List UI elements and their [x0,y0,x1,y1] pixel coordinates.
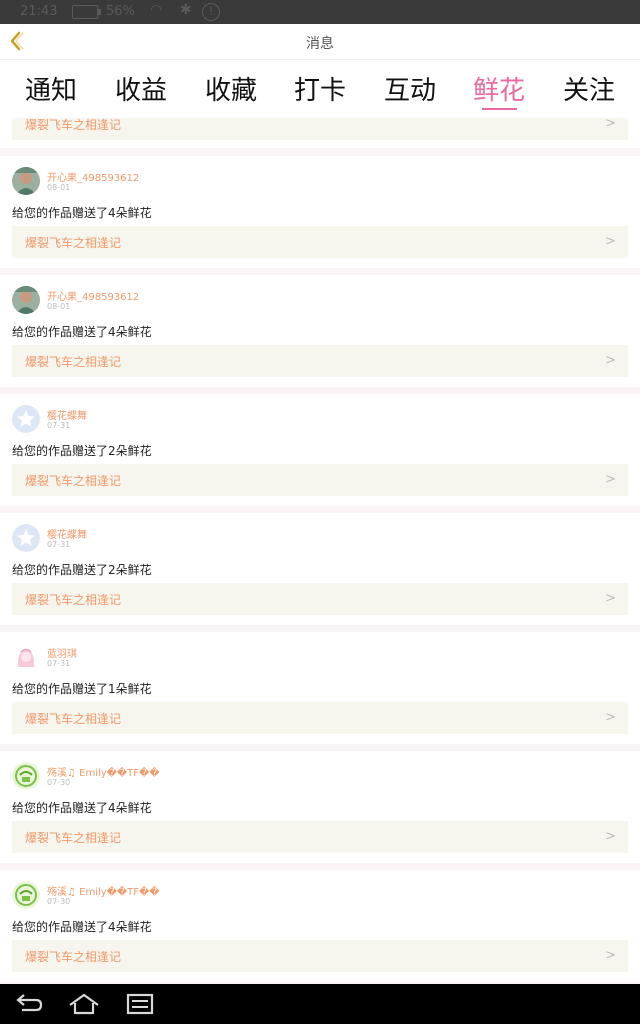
message-date: 07-31 [47,540,71,549]
list-item: 开心果_498593612 08-01 给您的作品赠送了4朵鲜花 爆裂飞车之相逢… [0,156,640,268]
info-icon: ! [202,3,220,21]
system-nav-bar [0,984,640,1024]
message-date: 07-31 [47,421,71,430]
work-link[interactable]: 爆裂飞车之相逢记 > [12,821,628,853]
avatar[interactable] [12,524,40,552]
work-link-title: 爆裂飞车之相逢记 [25,831,122,845]
work-link[interactable]: 爆裂飞车之相逢记 > [12,702,628,734]
nav-back-button[interactable] [12,992,46,1016]
avatar[interactable] [12,167,40,195]
work-link[interactable]: 爆裂飞车之相逢记 > [12,464,628,496]
message-text: 给您的作品赠送了4朵鲜花 [12,206,152,220]
list-item: 樱花蝶舞 07-31 给您的作品赠送了2朵鲜花 爆裂飞车之相逢记 > [0,513,640,625]
message-text: 给您的作品赠送了4朵鲜花 [12,801,152,815]
work-link[interactable]: 爆裂飞车之相逢记 > [12,345,628,377]
tab-favorites[interactable]: 收藏 [191,70,271,107]
tab-notifications[interactable]: 通知 [11,70,91,107]
user-name[interactable]: 开心果_498593612 [47,169,139,184]
avatar[interactable] [12,286,40,314]
work-link[interactable]: 爆裂飞车之相逢记 > [12,226,628,258]
nav-recents-button[interactable] [124,992,158,1016]
page-title: 消息 [306,36,334,52]
avatar[interactable] [12,881,40,909]
avatar[interactable] [12,762,40,790]
status-time: 21:43 [20,4,58,19]
battery-percent: 56% [106,4,135,19]
tab-earnings[interactable]: 收益 [101,70,181,107]
work-link-title: 爆裂飞车之相逢记 [25,118,122,132]
message-text: 给您的作品赠送了1朵鲜花 [12,682,152,696]
green-cartoon-avatar-icon [12,762,40,790]
default-star-avatar-icon [12,405,40,433]
message-list[interactable]: 爆裂飞车之相逢记 > 开心果_498593612 08-01 给您的作品赠送了4… [0,118,640,984]
chevron-right-icon: > [605,118,616,131]
list-item: 爆裂飞车之相逢记 > [0,118,640,148]
header: 消息 [0,24,640,60]
list-item: 殇溪♫ Emily��TF�� 07-30 给您的作品赠送了4朵鲜花 爆裂飞车之… [0,751,640,863]
message-date: 08-01 [47,183,71,192]
work-link[interactable]: 爆裂飞车之相逢记 > [12,118,628,140]
chevron-right-icon: > [605,591,616,606]
list-item: 开心果_498593612 08-01 给您的作品赠送了4朵鲜花 爆裂飞车之相逢… [0,275,640,387]
user-name[interactable]: 樱花蝶舞 [47,526,87,541]
recent-apps-icon [126,993,154,1015]
avatar[interactable] [12,405,40,433]
chevron-right-icon: > [605,829,616,844]
work-link-title: 爆裂飞车之相逢记 [25,950,122,964]
work-link-title: 爆裂飞车之相逢记 [25,236,122,250]
chevron-right-icon: > [605,472,616,487]
chevron-right-icon: > [605,234,616,249]
wifi-icon: ◠ [150,2,163,18]
chevron-right-icon: > [605,948,616,963]
list-item: 樱花蝶舞 07-31 给您的作品赠送了2朵鲜花 爆裂飞车之相逢记 > [0,394,640,506]
bluetooth-icon: ✱ [180,2,192,18]
message-text: 给您的作品赠送了4朵鲜花 [12,325,152,339]
user-name[interactable]: 樱花蝶舞 [47,407,87,422]
message-text: 给您的作品赠送了2朵鲜花 [12,444,152,458]
work-link-title: 爆裂飞车之相逢记 [25,355,122,369]
back-arrow-icon [16,994,43,1012]
tab-bar: 通知 收益 收藏 打卡 互动 鲜花 关注 [0,60,640,118]
user-name[interactable]: 开心果_498593612 [47,288,139,303]
chevron-right-icon: > [605,710,616,725]
home-icon [69,993,99,1015]
work-link-title: 爆裂飞车之相逢记 [25,712,122,726]
message-date: 08-01 [47,302,71,311]
user-name[interactable]: 殇溪♫ Emily��TF�� [47,883,160,898]
tab-flowers[interactable]: 鲜花 [459,70,539,107]
tab-interactions[interactable]: 互动 [370,70,450,107]
message-date: 07-30 [47,778,71,787]
message-date: 07-30 [47,897,71,906]
chevron-right-icon: > [605,353,616,368]
default-star-avatar-icon [12,524,40,552]
user-name[interactable]: 殇溪♫ Emily��TF�� [47,764,160,779]
work-link-title: 爆裂飞车之相逢记 [25,474,122,488]
work-link[interactable]: 爆裂飞车之相逢记 > [12,940,628,972]
message-date: 07-31 [47,659,71,668]
nav-home-button[interactable] [67,992,101,1016]
user-photo-icon [12,167,40,195]
green-cartoon-avatar-icon [12,881,40,909]
avatar[interactable] [12,643,40,671]
anime-girl-avatar-icon [12,643,40,671]
active-tab-indicator [482,108,517,110]
list-item: 蓝羽琪 07-31 给您的作品赠送了1朵鲜花 爆裂飞车之相逢记 > [0,632,640,744]
message-text: 给您的作品赠送了2朵鲜花 [12,563,152,577]
tab-checkin[interactable]: 打卡 [280,70,360,107]
user-photo-icon [12,286,40,314]
work-link[interactable]: 爆裂飞车之相逢记 > [12,583,628,615]
message-text: 给您的作品赠送了4朵鲜花 [12,920,152,934]
status-bar: 21:43 56% ◠ ✱ ! [0,0,640,24]
user-name[interactable]: 蓝羽琪 [47,645,77,660]
list-item: 殇溪♫ Emily��TF�� 07-30 给您的作品赠送了4朵鲜花 爆裂飞车之… [0,870,640,982]
tab-follow[interactable]: 关注 [549,70,629,107]
work-link-title: 爆裂飞车之相逢记 [25,593,122,607]
battery-icon [72,5,101,19]
